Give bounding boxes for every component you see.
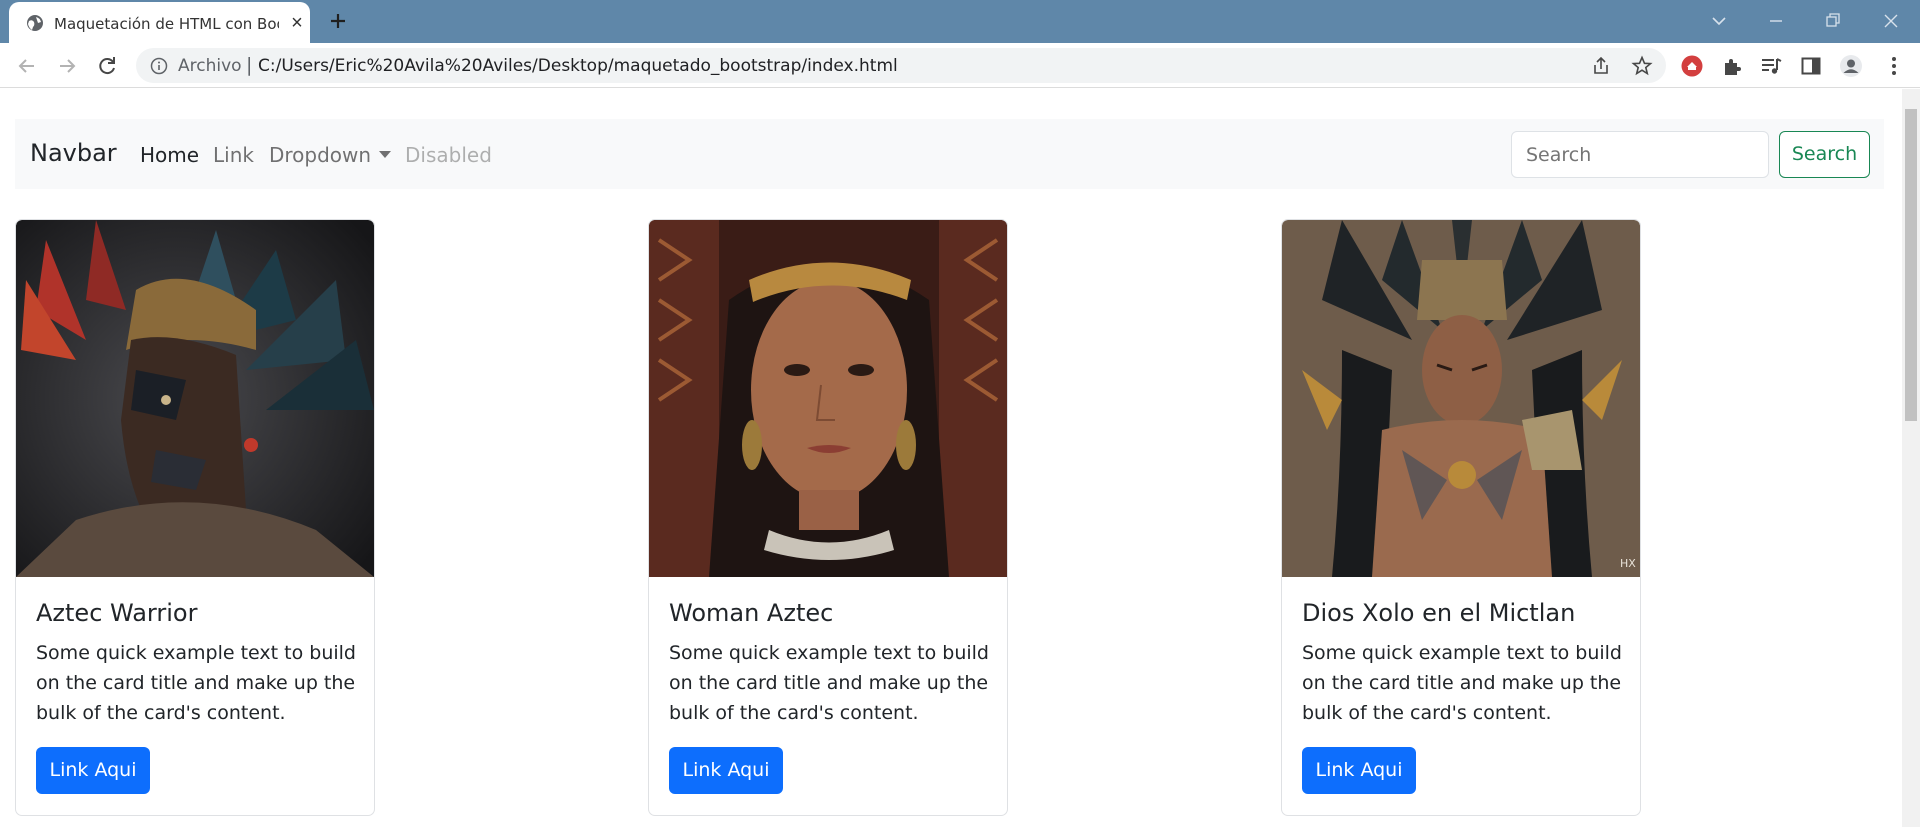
card-woman-aztec: Woman Aztec Some quick example text to b… — [648, 219, 1008, 816]
extension-red-icon[interactable] — [1680, 54, 1704, 78]
card-text: Some quick example text to build on the … — [669, 642, 989, 724]
scheme-label: Archivo — [178, 56, 242, 76]
card-image — [649, 220, 1007, 577]
navbar-brand[interactable]: Navbar — [30, 139, 117, 167]
reload-icon[interactable] — [94, 53, 120, 79]
back-arrow-icon[interactable] — [14, 53, 40, 79]
card-title: Aztec Warrior — [36, 599, 198, 627]
card-link-button[interactable]: Link Aqui — [669, 747, 783, 794]
new-tab-icon[interactable] — [326, 9, 350, 33]
media-control-icon[interactable] — [1759, 54, 1783, 78]
nav-link-disabled: Disabled — [405, 143, 492, 167]
card-dios-xolo: HX Dios Xolo en el Mictlan Some quick ex… — [1281, 219, 1641, 816]
card-link-button[interactable]: Link Aqui — [36, 747, 150, 794]
bookmark-star-icon[interactable] — [1631, 55, 1653, 77]
page-scrollbar[interactable] — [1902, 89, 1920, 827]
nav-link-home[interactable]: Home — [140, 143, 199, 167]
card-link-button[interactable]: Link Aqui — [1302, 747, 1416, 794]
search-input[interactable] — [1511, 131, 1769, 178]
info-icon[interactable] — [150, 57, 168, 75]
caret-down-icon — [379, 151, 392, 158]
restore-icon[interactable] — [1818, 6, 1848, 36]
extensions-puzzle-icon[interactable] — [1720, 54, 1744, 78]
search-button[interactable]: Search — [1779, 131, 1870, 178]
side-panel-icon[interactable] — [1799, 54, 1823, 78]
card-title: Dios Xolo en el Mictlan — [1302, 599, 1576, 627]
card-text: Some quick example text to build on the … — [36, 642, 356, 724]
close-window-icon[interactable] — [1876, 6, 1906, 36]
card-image: HX — [1282, 220, 1640, 577]
forward-arrow-icon[interactable] — [54, 53, 80, 79]
minimize-icon[interactable] — [1761, 6, 1791, 36]
card-aztec-warrior: Aztec Warrior Some quick example text to… — [15, 219, 375, 816]
nav-link-link[interactable]: Link — [213, 143, 254, 167]
nav-dropdown-label: Dropdown — [269, 143, 372, 167]
scrollbar-thumb[interactable] — [1905, 109, 1917, 421]
url-text[interactable]: C:/Users/Eric%20Avila%20Aviles/Desktop/m… — [258, 56, 898, 76]
browser-toolbar: Archivo | C:/Users/Eric%20Avila%20Aviles… — [0, 43, 1920, 88]
browser-tab-strip: Maquetación de HTML con Bootstrap × — [0, 0, 1920, 43]
card-image — [16, 220, 374, 577]
nav-dropdown-toggle[interactable]: Dropdown — [269, 143, 392, 167]
kebab-menu-icon[interactable] — [1882, 54, 1906, 78]
profile-avatar-icon[interactable] — [1839, 54, 1863, 78]
browser-tab[interactable]: Maquetación de HTML con Bootstrap × — [9, 2, 310, 43]
close-tab-icon[interactable]: × — [288, 13, 306, 33]
navbar: Navbar Home Link Dropdown Disabled Searc… — [15, 119, 1884, 189]
globe-icon — [27, 15, 43, 31]
image-watermark: HX — [1620, 557, 1636, 570]
scheme-separator: | — [246, 54, 253, 76]
address-bar[interactable]: Archivo | C:/Users/Eric%20Avila%20Aviles… — [136, 48, 1666, 83]
card-text: Some quick example text to build on the … — [1302, 642, 1622, 724]
page-viewport: Navbar Home Link Dropdown Disabled Searc… — [0, 89, 1902, 827]
tab-search-icon[interactable] — [1704, 6, 1734, 36]
tab-title: Maquetación de HTML con Bootstrap — [54, 15, 279, 33]
share-icon[interactable] — [1590, 55, 1612, 77]
card-title: Woman Aztec — [669, 599, 834, 627]
